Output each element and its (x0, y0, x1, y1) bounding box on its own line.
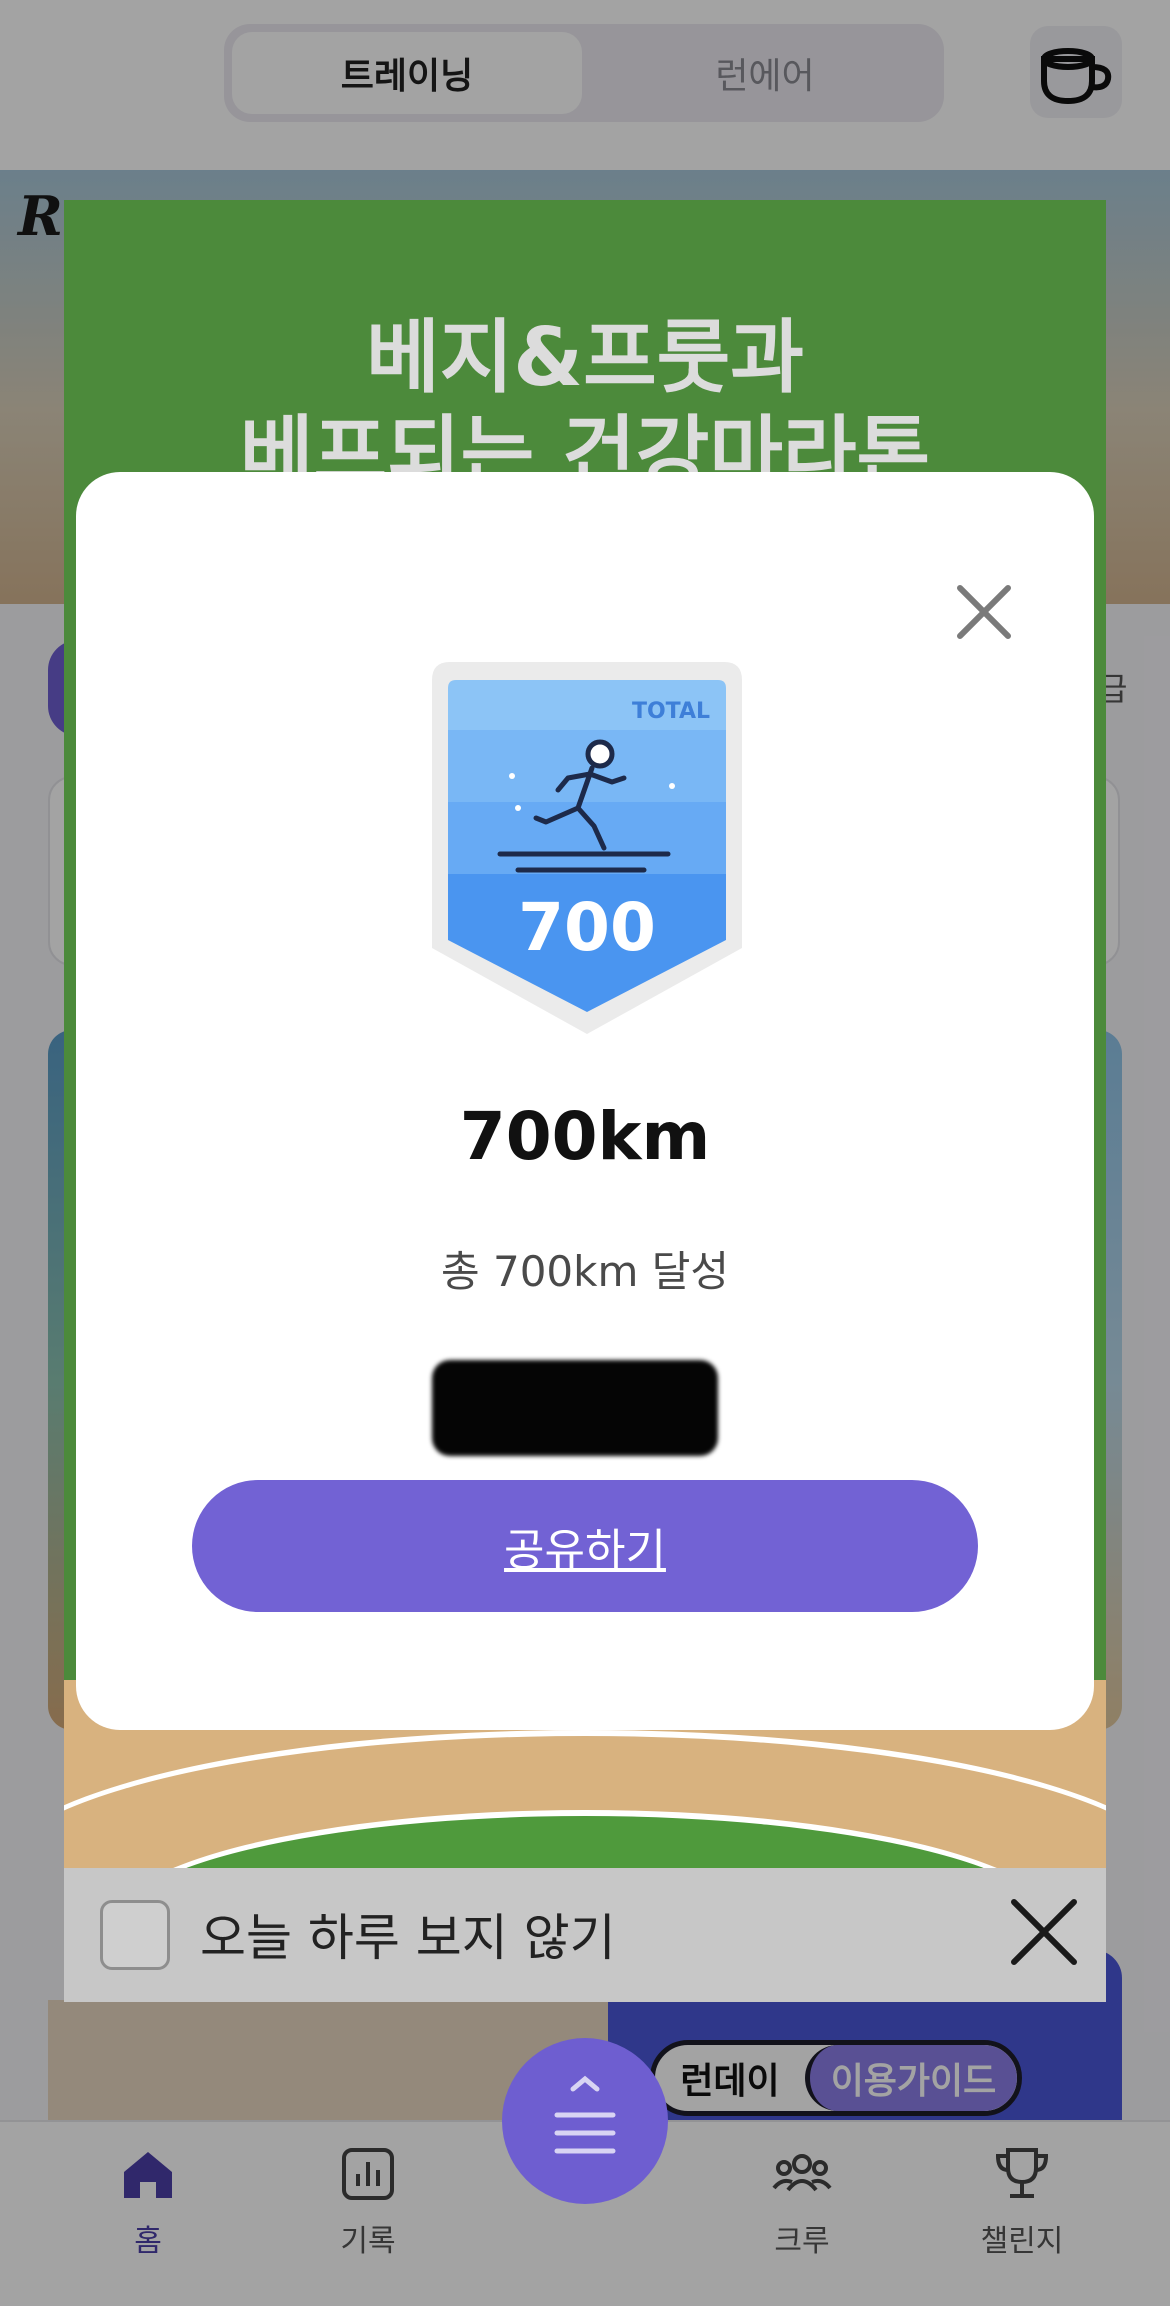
badge-title: 700km (459, 1098, 711, 1175)
menu-icon (554, 2075, 616, 2154)
close-icon[interactable] (944, 572, 1024, 652)
share-button[interactable]: 공유하기 (192, 1480, 978, 1612)
promo-title-line1: 베지&프룻과 (366, 311, 804, 404)
badge-number: 700 (518, 889, 656, 966)
badge-tag: TOTAL (632, 699, 710, 724)
badge-description: 총 700km 달성 (440, 1247, 730, 1296)
badge-700km: TOTAL 700 (432, 662, 742, 1034)
close-icon[interactable] (1004, 1892, 1084, 1972)
menu-fab[interactable] (502, 2038, 668, 2204)
dont-show-today-checkbox[interactable] (100, 1900, 170, 1970)
badge-modal: TOTAL 700 700km 총 700km 달성 공유하기 (76, 472, 1094, 1730)
dont-show-today-label[interactable]: 오늘 하루 보지 않기 (200, 1898, 616, 1970)
redacted-block (432, 1360, 718, 1456)
promo-footer: 오늘 하루 보지 않기 (64, 1868, 1106, 2002)
